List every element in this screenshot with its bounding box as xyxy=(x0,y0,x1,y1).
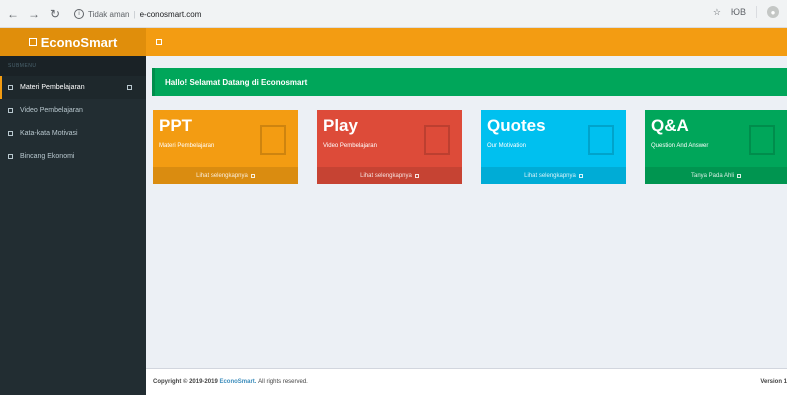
ppt-more-link[interactable]: Lihat selengkapnya xyxy=(153,167,298,184)
version-label: Version 1 xyxy=(760,379,787,385)
url-text[interactable]: e-conosmart.com xyxy=(140,10,202,19)
question-icon xyxy=(749,125,775,155)
reload-icon[interactable]: ↻ xyxy=(47,6,63,22)
address-separator: | xyxy=(133,9,136,19)
more-link-label: Lihat selengkapnya xyxy=(524,172,576,179)
bookmark-star-icon[interactable]: ☆ xyxy=(713,7,721,18)
logo-icon xyxy=(28,38,37,46)
arrow-right-icon xyxy=(250,173,255,178)
more-link-label: Tanya Pada Ahli xyxy=(690,172,735,179)
brand-name: EconoSmart xyxy=(40,34,118,50)
main-content: Hallo! Selamat Datang di Econosmart PPT … xyxy=(146,56,787,368)
top-navbar xyxy=(146,28,787,56)
box-body: Quotes Our Motivation xyxy=(481,110,626,167)
sidebar-item-label: Materi Pembelajaran xyxy=(20,84,85,91)
sidebar-item-label: Video Pembelajaran xyxy=(20,107,83,114)
play-more-link[interactable]: Lihat selengkapnya xyxy=(317,167,462,184)
box-body: Play Video Pembelajaran xyxy=(317,110,462,167)
extension-button[interactable]: ЮВ xyxy=(731,7,746,17)
video-icon xyxy=(8,108,13,113)
forward-arrow-icon[interactable]: → xyxy=(26,6,42,22)
arrow-right-icon xyxy=(414,173,419,178)
brand-logo[interactable]: EconoSmart xyxy=(0,28,146,56)
sidebar: SUBMENU Materi Pembelajaran Video Pembel… xyxy=(0,56,146,395)
play-icon xyxy=(424,125,450,155)
box-body: PPT Materi Pembelajaran xyxy=(153,110,298,167)
sidebar-header: SUBMENU xyxy=(0,56,146,76)
browser-toolbar: ← → ↻ i Tidak aman | e-conosmart.com ☆ Ю… xyxy=(0,0,787,28)
sidebar-item-materi-pembelajaran[interactable]: Materi Pembelajaran xyxy=(0,76,146,99)
more-link-label: Lihat selengkapnya xyxy=(360,172,412,179)
profile-avatar-icon[interactable]: ● xyxy=(767,6,779,18)
book-icon xyxy=(8,85,13,90)
quotes-more-link[interactable]: Lihat selengkapnya xyxy=(481,167,626,184)
copyright-text: Copyright © 2019-2019 xyxy=(153,379,218,385)
arrow-right-icon xyxy=(578,173,583,178)
footer-brand-link[interactable]: EconoSmart. xyxy=(219,379,256,385)
sidebar-item-kata-kata-motivasi[interactable]: Kata-kata Motivasi xyxy=(0,122,146,145)
play-box: Play Video Pembelajaran Lihat selengkapn… xyxy=(317,110,462,184)
security-status: Tidak aman xyxy=(88,9,130,19)
presentation-icon xyxy=(260,125,286,155)
welcome-callout: Hallo! Selamat Datang di Econosmart xyxy=(152,68,787,96)
browser-actions: ☆ ЮВ ● xyxy=(713,6,779,18)
address-bar[interactable]: i Tidak aman | e-conosmart.com xyxy=(74,5,777,23)
more-link-label: Lihat selengkapnya xyxy=(196,172,248,179)
quotes-box: Quotes Our Motivation Lihat selengkapnya xyxy=(481,110,626,184)
chat-icon xyxy=(8,154,13,159)
sidebar-item-label: Kata-kata Motivasi xyxy=(20,130,78,137)
qa-box: Q&A Question And Answer Tanya Pada Ahli xyxy=(645,110,787,184)
info-icon[interactable]: i xyxy=(74,9,84,19)
box-body: Q&A Question And Answer xyxy=(645,110,787,167)
sidebar-item-video-pembelajaran[interactable]: Video Pembelajaran xyxy=(0,99,146,122)
arrow-right-icon xyxy=(737,173,742,178)
page-footer: Copyright © 2019-2019 EconoSmart. All ri… xyxy=(146,368,787,395)
sidebar-item-label: Bincang Ekonomi xyxy=(20,153,75,160)
sidebar-item-bincang-ekonomi[interactable]: Bincang Ekonomi xyxy=(0,145,146,168)
chevron-left-icon xyxy=(127,85,132,90)
rights-text: All rights reserved. xyxy=(258,379,308,385)
qa-ask-link[interactable]: Tanya Pada Ahli xyxy=(645,167,787,184)
sidebar-toggle-icon[interactable] xyxy=(156,39,162,45)
toolbar-divider xyxy=(756,6,757,18)
back-arrow-icon[interactable]: ← xyxy=(5,6,21,22)
ppt-box: PPT Materi Pembelajaran Lihat selengkapn… xyxy=(153,110,298,184)
quote-icon xyxy=(588,125,614,155)
quote-icon xyxy=(8,131,13,136)
